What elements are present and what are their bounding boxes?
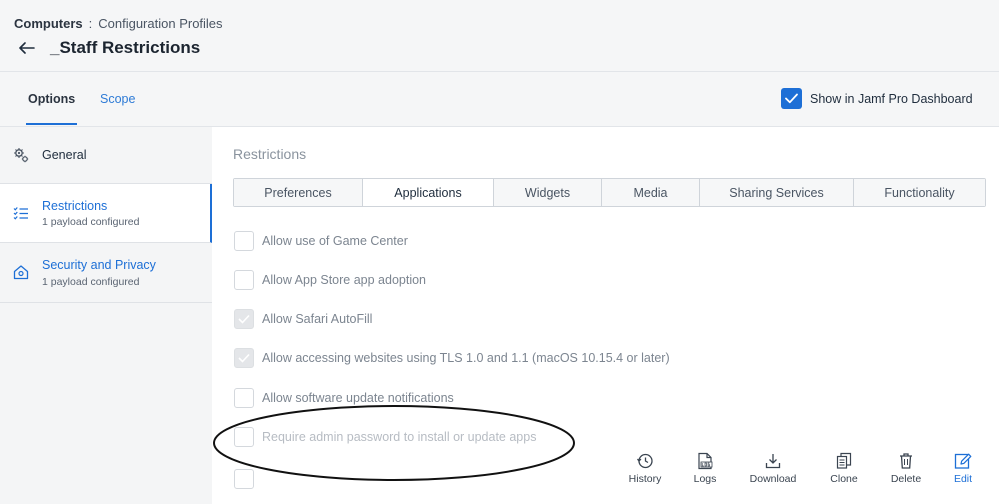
subtab-widgets[interactable]: Widgets: [494, 179, 602, 206]
clone-button[interactable]: Clone: [819, 452, 869, 485]
download-button[interactable]: Download: [748, 452, 798, 485]
page-header: Computers : Configuration Profiles _Staf…: [0, 0, 999, 72]
tab-scope[interactable]: Scope: [100, 92, 135, 106]
download-label: Download: [749, 473, 797, 485]
option-checkbox[interactable]: [234, 231, 254, 251]
download-icon: [764, 452, 782, 470]
logs-icon: [696, 452, 714, 470]
tab-bar: Options Scope Show in Jamf Pro Dashboard: [0, 72, 999, 127]
option-label: Allow use of Game Center: [262, 234, 408, 248]
edit-icon: [954, 452, 972, 470]
section-title: Restrictions: [233, 146, 307, 162]
sidebar-item-label: Security and Privacy: [42, 258, 156, 272]
subtab-sharing-services[interactable]: Sharing Services: [700, 179, 854, 206]
payload-content: Restrictions Preferences Applications Wi…: [212, 127, 999, 504]
breadcrumb-root[interactable]: Computers: [14, 16, 83, 31]
subtab-media[interactable]: Media: [602, 179, 700, 206]
option-checkbox[interactable]: [234, 348, 254, 368]
clone-label: Clone: [830, 473, 858, 485]
gear-icon: [13, 147, 29, 163]
sidebar-item-restrictions[interactable]: Restrictions 1 payload configured: [0, 184, 212, 243]
annotation-oval: [213, 405, 575, 481]
edit-button[interactable]: Edit: [938, 452, 988, 485]
option-row: Allow App Store app adoption: [234, 269, 426, 291]
delete-button[interactable]: Delete: [881, 452, 931, 485]
edit-label: Edit: [953, 473, 973, 485]
history-button[interactable]: History: [620, 452, 670, 485]
back-arrow-icon[interactable]: [18, 39, 36, 57]
checklist-icon: [13, 205, 29, 221]
subtab-functionality[interactable]: Functionality: [854, 179, 985, 206]
logs-label: Logs: [693, 473, 717, 485]
breadcrumb-current[interactable]: Configuration Profiles: [98, 16, 222, 31]
sidebar-item-general[interactable]: General: [0, 127, 212, 184]
option-label: Allow accessing websites using TLS 1.0 a…: [262, 351, 670, 365]
checkmark-icon: [238, 353, 250, 363]
history-icon: [636, 452, 654, 470]
page-title: _Staff Restrictions: [50, 38, 201, 57]
payload-sidebar: General Restrictions 1 payload configure…: [0, 127, 212, 504]
sidebar-item-label: General: [42, 148, 87, 162]
option-label: Allow Safari AutoFill: [262, 312, 373, 326]
clone-icon: [835, 452, 853, 470]
subtab-preferences[interactable]: Preferences: [234, 179, 363, 206]
dashboard-toggle[interactable]: Show in Jamf Pro Dashboard: [781, 88, 973, 109]
sidebar-item-sub: 1 payload configured: [42, 216, 140, 228]
dashboard-checkbox[interactable]: [781, 88, 802, 109]
logs-button[interactable]: Logs: [680, 452, 730, 485]
subtab-applications[interactable]: Applications: [363, 179, 494, 206]
tab-options[interactable]: Options: [25, 92, 78, 125]
option-row: Allow use of Game Center: [234, 230, 408, 252]
sidebar-item-label: Restrictions: [42, 199, 108, 213]
sidebar-item-sub: 1 payload configured: [42, 276, 140, 288]
option-row: Allow Safari AutoFill: [234, 308, 372, 330]
breadcrumb: Computers : Configuration Profiles: [14, 16, 223, 31]
checkmark-icon: [238, 314, 250, 324]
option-row: Allow accessing websites using TLS 1.0 a…: [234, 347, 670, 369]
delete-label: Delete: [890, 473, 922, 485]
history-label: History: [628, 473, 662, 485]
option-label: Allow App Store app adoption: [262, 273, 427, 287]
option-checkbox[interactable]: [234, 270, 254, 290]
option-checkbox[interactable]: [234, 309, 254, 329]
subtab-bar: Preferences Applications Widgets Media S…: [233, 178, 986, 207]
sidebar-item-security-and-privacy[interactable]: Security and Privacy 1 payload configure…: [0, 243, 212, 303]
dashboard-toggle-label: Show in Jamf Pro Dashboard: [810, 91, 973, 106]
trash-icon: [897, 452, 915, 470]
house-shield-icon: [13, 264, 29, 280]
breadcrumb-separator: :: [88, 16, 93, 31]
